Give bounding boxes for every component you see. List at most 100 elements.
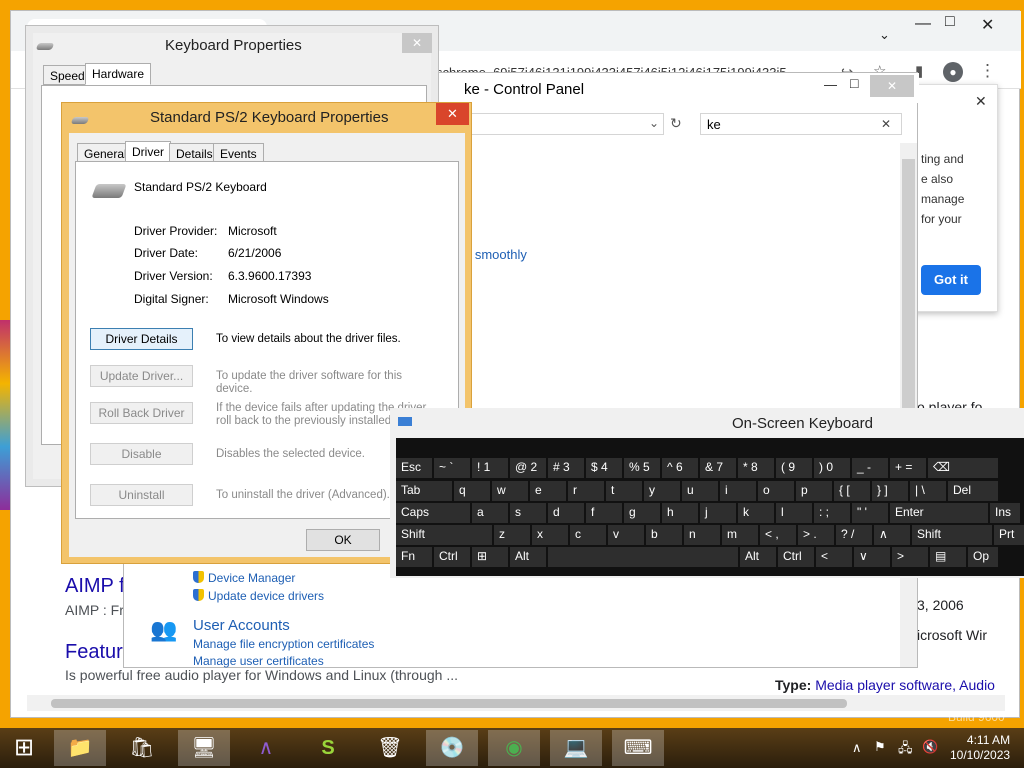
osk-key[interactable]: Ctrl bbox=[434, 547, 470, 567]
osk-key[interactable]: ^ 6 bbox=[662, 458, 698, 478]
osk-key[interactable]: Enter bbox=[890, 503, 988, 523]
search-result-title[interactable]: AIMP f bbox=[65, 575, 125, 598]
cp-search-input[interactable]: ke ✕ bbox=[700, 113, 902, 135]
osk-key[interactable]: b bbox=[646, 525, 682, 545]
tray-overflow-icon[interactable]: ∧ bbox=[852, 740, 862, 756]
osk-key[interactable]: c bbox=[570, 525, 606, 545]
osk-key[interactable]: Ins bbox=[990, 503, 1020, 523]
osk-key[interactable]: _ - bbox=[852, 458, 888, 478]
chrome-minimize-button[interactable]: — bbox=[915, 15, 931, 33]
scrollbar-thumb[interactable] bbox=[51, 699, 847, 708]
osk-key[interactable]: x bbox=[532, 525, 568, 545]
osk-key[interactable]: < , bbox=[760, 525, 796, 545]
osk-key[interactable]: ⊞ bbox=[472, 547, 508, 567]
start-button-icon[interactable]: ⊞ bbox=[0, 730, 48, 766]
osk-key[interactable]: s bbox=[510, 503, 546, 523]
ok-button[interactable]: OK bbox=[306, 529, 380, 551]
osk-key[interactable]: ~ ` bbox=[434, 458, 470, 478]
update-driver-button[interactable]: Update Driver... bbox=[90, 365, 193, 387]
chrome-menu-icon[interactable]: ⋮ bbox=[979, 61, 996, 81]
chrome-icon[interactable]: ◉ bbox=[488, 730, 540, 766]
osk-key[interactable]: @ 2 bbox=[510, 458, 546, 478]
osk-key[interactable]: > . bbox=[798, 525, 834, 545]
tab-driver[interactable]: Driver bbox=[125, 141, 171, 163]
uninstall-button[interactable]: Uninstall bbox=[90, 484, 193, 506]
user-accounts-heading[interactable]: User Accounts bbox=[193, 617, 290, 634]
knowledge-panel-developer[interactable]: icrosoft Wir bbox=[917, 627, 987, 643]
osk-key[interactable]: ∨ bbox=[854, 547, 890, 567]
osk-key[interactable]: u bbox=[682, 481, 718, 501]
osk-key[interactable]: < bbox=[816, 547, 852, 567]
cp-close-button[interactable]: ✕ bbox=[870, 75, 914, 97]
cp-result-link[interactable]: g smoothly bbox=[464, 247, 527, 262]
osk-key[interactable]: y bbox=[644, 481, 680, 501]
tab-events[interactable]: Events bbox=[213, 143, 264, 163]
osk-key[interactable]: Esc bbox=[396, 458, 432, 478]
osk-key[interactable]: Alt bbox=[740, 547, 776, 567]
osk-key[interactable]: n bbox=[684, 525, 720, 545]
osk-key[interactable]: + = bbox=[890, 458, 926, 478]
osk-key[interactable]: Op bbox=[968, 547, 998, 567]
osk-key[interactable]: ! 1 bbox=[472, 458, 508, 478]
osk-key[interactable]: Del bbox=[948, 481, 998, 501]
driver-details-button[interactable]: Driver Details bbox=[90, 328, 193, 350]
osk-key[interactable]: : ; bbox=[814, 503, 850, 523]
osk-key[interactable]: | \ bbox=[910, 481, 946, 501]
osk-key[interactable]: Alt bbox=[510, 547, 546, 567]
keyboard-app-icon[interactable]: ⌨ bbox=[612, 730, 664, 766]
network-icon[interactable]: 🖧 bbox=[898, 739, 913, 761]
osk-key[interactable]: w bbox=[492, 481, 528, 501]
cp-minimize-button[interactable]: — bbox=[824, 77, 837, 92]
volume-muted-icon[interactable]: 🔇 bbox=[922, 739, 938, 755]
control-panel-icon[interactable]: 🖥 bbox=[178, 730, 230, 766]
refresh-icon[interactable]: ↻ bbox=[670, 115, 682, 132]
osk-key[interactable]: ( 9 bbox=[776, 458, 812, 478]
osk-key[interactable]: Shift bbox=[396, 525, 492, 545]
osk-key[interactable]: & 7 bbox=[700, 458, 736, 478]
visual-studio-icon[interactable]: ∧ bbox=[240, 730, 292, 766]
chrome-close-button[interactable]: ✕ bbox=[981, 15, 994, 35]
tab-search-dropdown-icon[interactable]: ⌄ bbox=[879, 27, 890, 43]
osk-key[interactable]: } ] bbox=[872, 481, 908, 501]
recycle-bin-icon[interactable]: 🗑 bbox=[364, 730, 416, 766]
osk-key[interactable]: z bbox=[494, 525, 530, 545]
manage-user-cert-link[interactable]: Manage user certificates bbox=[193, 654, 324, 668]
osk-key[interactable]: p bbox=[796, 481, 832, 501]
osk-key[interactable]: r bbox=[568, 481, 604, 501]
cp-maximize-button[interactable]: □ bbox=[850, 75, 858, 91]
osk-key[interactable]: Prt bbox=[994, 525, 1024, 545]
search-result-title-2[interactable]: Featur bbox=[65, 641, 123, 664]
osk-key[interactable]: % 5 bbox=[624, 458, 660, 478]
osk-key[interactable]: ⌫ bbox=[928, 458, 998, 478]
update-drivers-link[interactable]: Update device drivers bbox=[193, 589, 324, 603]
osk-key[interactable]: g bbox=[624, 503, 660, 523]
osk-key[interactable]: { [ bbox=[834, 481, 870, 501]
osk-key[interactable]: d bbox=[548, 503, 584, 523]
osk-key[interactable]: t bbox=[606, 481, 642, 501]
computer-icon[interactable]: 💻 bbox=[550, 730, 602, 766]
osk-key[interactable]: e bbox=[530, 481, 566, 501]
device-manager-link[interactable]: Device Manager bbox=[193, 571, 295, 585]
store-icon[interactable]: 🛍 bbox=[116, 730, 168, 766]
horizontal-scrollbar[interactable] bbox=[27, 695, 1005, 711]
manage-encryption-link[interactable]: Manage file encryption certificates bbox=[193, 637, 374, 651]
osk-key[interactable]: a bbox=[472, 503, 508, 523]
kb-props-close-button[interactable]: ✕ bbox=[402, 33, 432, 53]
roll-back-driver-button[interactable]: Roll Back Driver bbox=[90, 402, 193, 424]
address-dropdown-icon[interactable]: ⌄ bbox=[649, 116, 659, 130]
search-clear-icon[interactable]: ✕ bbox=[881, 117, 891, 131]
clock[interactable]: 4:11 AM 10/10/2023 bbox=[950, 733, 1010, 763]
cp-vertical-scrollbar[interactable] bbox=[900, 143, 917, 667]
osk-key[interactable]: $ 4 bbox=[586, 458, 622, 478]
app-s-icon[interactable]: S bbox=[302, 730, 354, 766]
osk-key[interactable]: o bbox=[758, 481, 794, 501]
osk-key[interactable]: k bbox=[738, 503, 774, 523]
osk-key[interactable]: ) 0 bbox=[814, 458, 850, 478]
chrome-maximize-button[interactable]: □ bbox=[945, 13, 955, 31]
osk-key[interactable]: Tab bbox=[396, 481, 452, 501]
osk-key[interactable]: > bbox=[892, 547, 928, 567]
osk-key[interactable]: q bbox=[454, 481, 490, 501]
osk-key[interactable]: Caps bbox=[396, 503, 470, 523]
tip-close-icon[interactable]: ✕ bbox=[975, 93, 987, 110]
osk-key[interactable]: m bbox=[722, 525, 758, 545]
